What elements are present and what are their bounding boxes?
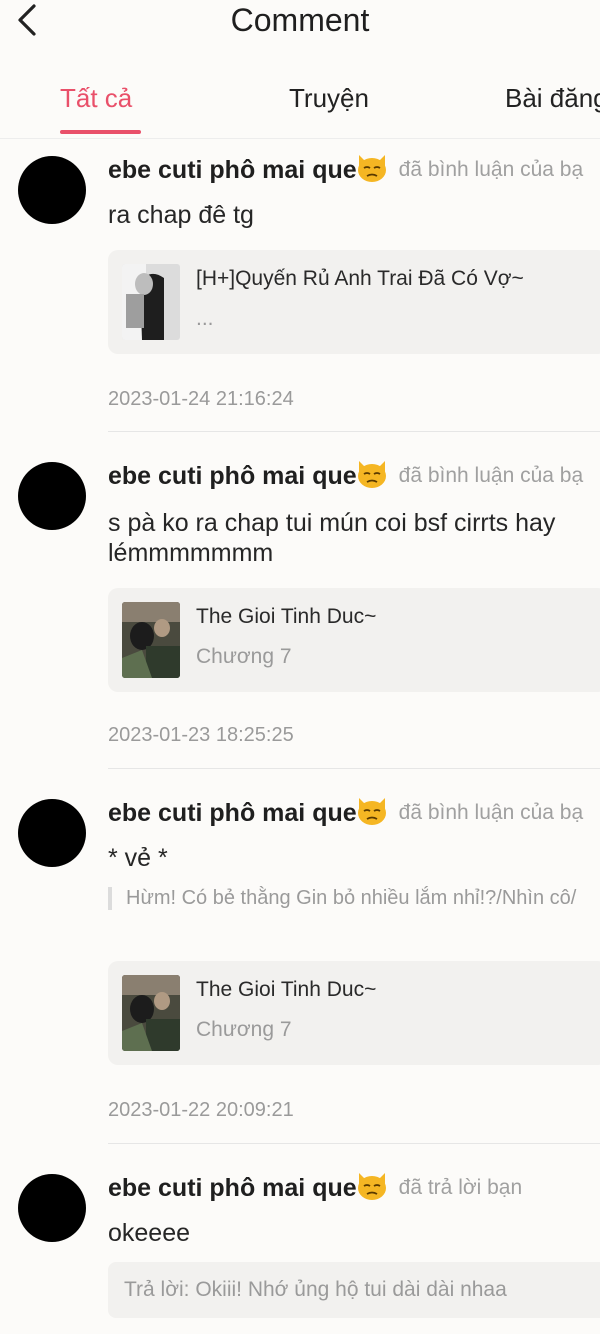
notification-action: đã bình luận của bạ <box>398 158 584 181</box>
tab-all[interactable]: Tất cả <box>60 80 132 116</box>
comment-screen: Comment Tất cả Truyện Bài đăng ebe cuti … <box>0 0 600 1334</box>
divider <box>108 1143 600 1144</box>
notification-header: ebe cuti phô mai que đã bình luận của bạ <box>108 795 583 831</box>
username[interactable]: ebe cuti phô mai que <box>108 1174 357 1202</box>
comment-date: 2023-01-22 20:09:21 <box>108 1099 294 1121</box>
story-title: The Gioi Tinh Duc~ <box>196 978 377 1001</box>
story-thumbnail <box>122 975 180 1051</box>
tab-bar: Tất cả Truyện Bài đăng <box>0 72 600 139</box>
chapter-label: ... <box>196 307 214 330</box>
comment-text: okeeee <box>108 1219 191 1247</box>
story-thumbnail <box>122 264 180 340</box>
avatar[interactable] <box>18 156 86 224</box>
story-card[interactable]: The Gioi Tinh Duc~ Chương 7 <box>108 961 600 1065</box>
page-title: Comment <box>230 2 370 38</box>
story-card[interactable]: [H+]Quyến Rủ Anh Trai Đã Có Vợ~ ... <box>108 250 600 354</box>
notification-action: đã trả lời bạn <box>398 1176 523 1199</box>
chapter-label: Chương 7 <box>196 1018 292 1041</box>
username[interactable]: ebe cuti phô mai que <box>108 799 357 827</box>
header-bar: Comment <box>0 0 600 48</box>
comment-date: 2023-01-23 18:25:25 <box>108 724 294 746</box>
comment-text: * vẻ * <box>108 844 168 872</box>
story-thumbnail <box>122 602 180 678</box>
cat-emoji-icon <box>357 155 386 182</box>
story-title: [H+]Quyến Rủ Anh Trai Đã Có Vợ~ <box>196 267 524 290</box>
avatar[interactable] <box>18 799 86 867</box>
tab-stories[interactable]: Truyện <box>289 80 369 116</box>
chapter-label: Chương 7 <box>196 645 292 668</box>
avatar[interactable] <box>18 462 86 530</box>
active-tab-indicator <box>60 130 141 134</box>
comment-text: ra chap đê tg <box>108 201 254 229</box>
story-title: The Gioi Tinh Duc~ <box>196 605 377 628</box>
notification-header: ebe cuti phô mai que đã trả lời bạn <box>108 1170 522 1206</box>
username[interactable]: ebe cuti phô mai que <box>108 462 357 490</box>
quoted-text: Hừm! Có bẻ thằng Gin bỏ nhiều lắm nhỉ!?/… <box>108 887 600 910</box>
avatar[interactable] <box>18 1174 86 1242</box>
notification-action: đã bình luận của bạ <box>398 801 584 824</box>
divider <box>108 431 600 432</box>
notification-header: ebe cuti phô mai que đã bình luận của bạ <box>108 152 583 188</box>
notification-header: ebe cuti phô mai que đã bình luận của bạ <box>108 458 583 494</box>
username[interactable]: ebe cuti phô mai que <box>108 156 357 184</box>
story-card[interactable]: The Gioi Tinh Duc~ Chương 7 <box>108 588 600 692</box>
cat-emoji-icon <box>357 461 386 488</box>
reply-text: Trả lời: Okiii! Nhớ ủng hộ tui dài dài n… <box>124 1278 507 1301</box>
divider <box>108 768 600 769</box>
cat-emoji-icon <box>357 798 386 825</box>
comment-text: s pà ko ra chap tui mún coi bsf cirrts h… <box>108 509 556 567</box>
comment-date: 2023-01-24 21:16:24 <box>108 388 294 410</box>
reply-quote[interactable]: Trả lời: Okiii! Nhớ ủng hộ tui dài dài n… <box>108 1262 600 1318</box>
notification-action: đã bình luận của bạ <box>398 464 584 487</box>
tab-posts[interactable]: Bài đăng <box>505 80 600 116</box>
cat-emoji-icon <box>357 1173 386 1200</box>
